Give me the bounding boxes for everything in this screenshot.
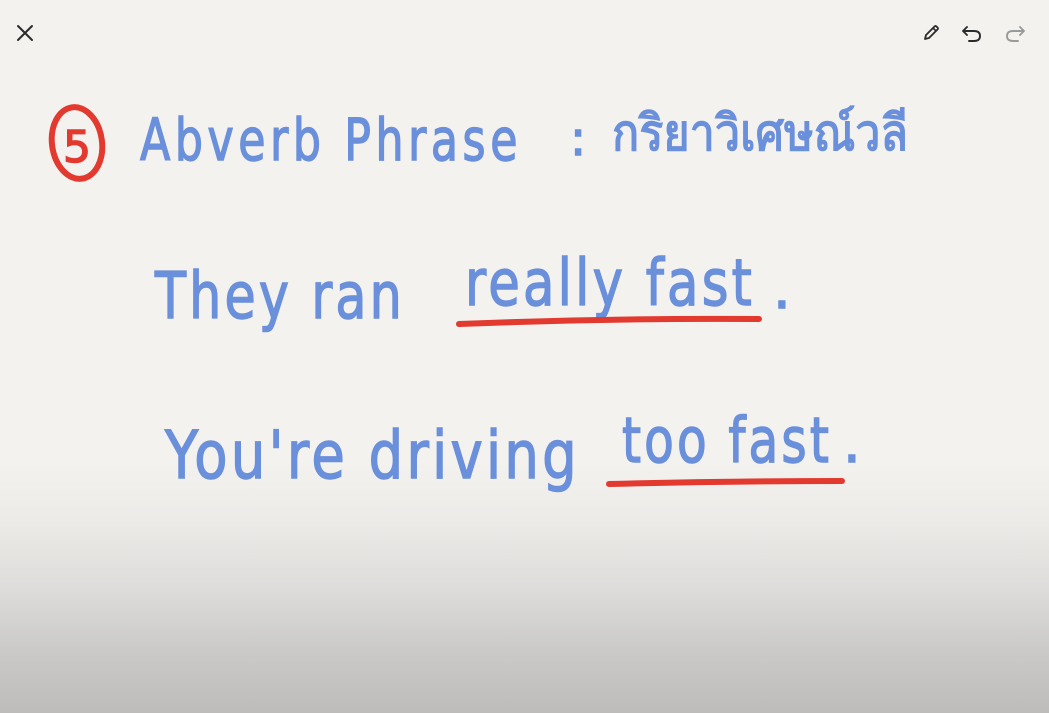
ink-layer: 5 Abverb Phrase : กริยาวิเศษณ์วลี They r… — [48, 103, 909, 495]
sentence-2-underlined: too fast — [622, 404, 832, 477]
underline-2 — [606, 478, 845, 487]
sentence-1-underlined: really fast — [465, 247, 755, 321]
sentence-1-prefix: They ran — [154, 260, 405, 334]
underline-1 — [456, 315, 762, 327]
sentence-2-prefix: You're driving — [164, 417, 580, 494]
sentence-2-period: . — [843, 411, 861, 476]
heading-number: 5 — [63, 122, 91, 173]
heading-thai: กริยาวิเศษณ์วลี — [612, 104, 908, 162]
heading-separator: : — [570, 111, 586, 167]
sentence-1-period: . — [773, 257, 791, 322]
heading-title: Abverb Phrase — [140, 106, 522, 174]
whiteboard-canvas[interactable]: 5 Abverb Phrase : กริยาวิเศษณ์วลี They r… — [0, 0, 1049, 713]
